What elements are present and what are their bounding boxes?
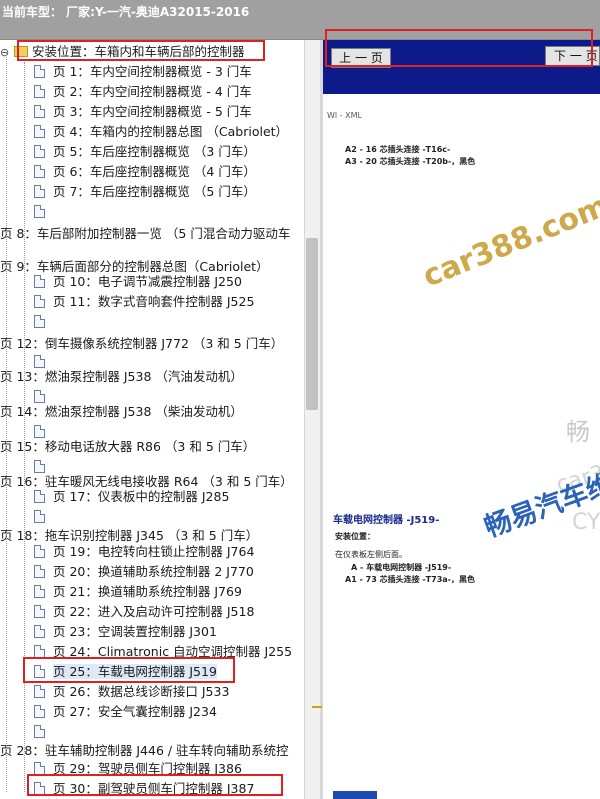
tree-subpage-item[interactable]: 页 10：电子调节减震控制器 J250	[0, 272, 242, 292]
tree-page-item[interactable]: 页 28：驻车辅助控制器 J446 / 驻车转向辅助系统控	[0, 741, 289, 761]
tree-subpage-item[interactable]: 页 2：车内空间控制器概览 - 4 门车	[0, 82, 252, 102]
tree-item-label: 页 22：进入及启动许可控制器 J518	[53, 604, 255, 619]
page-icon	[34, 605, 45, 618]
page-icon	[34, 625, 45, 638]
tree-item-label: 页 28：驻车辅助控制器 J446 / 驻车转向辅助系统控	[0, 743, 289, 758]
tree-subpage-item[interactable]	[0, 722, 53, 742]
page-icon	[34, 185, 45, 198]
tree-subpage-item[interactable]: 页 7：车后座控制器概览 （5 门车）	[0, 182, 256, 202]
tree-subpage-item[interactable]	[0, 312, 53, 332]
tree-item-label: 页 8：车后部附加控制器一览 （5 门混合动力驱动车	[0, 226, 291, 241]
tree-subpage-item[interactable]: 页 4：车箱内的控制器总图 （Cabriolet）	[0, 122, 288, 142]
page-icon	[34, 510, 45, 523]
current-model-text: 当前车型： 厂家:Y-一汽-奥迪A32015-2016	[2, 5, 250, 19]
tree-item-label: 页 26：数据总线诊断接口 J533	[53, 684, 230, 699]
tree-item-label: 页 3：车内空间控制器概览 - 5 门车	[53, 104, 252, 119]
doc-section-title: 车载电网控制器 -J519-	[333, 515, 440, 526]
tree-subpage-item[interactable]: 页 20：换道辅助系统控制器 2 J770	[0, 562, 254, 582]
tree-subpage-item[interactable]: 页 27：安全气囊控制器 J234	[0, 702, 217, 722]
tree-item-label: 页 13：燃油泵控制器 J538 （汽油发动机）	[0, 369, 243, 384]
tree-subpage-item[interactable]: 页 26：数据总线诊断接口 J533	[0, 682, 229, 702]
tree-subpage-item[interactable]: 页 17：仪表板中的控制器 J285	[0, 487, 229, 507]
tree-subpage-item[interactable]: 页 22：进入及启动许可控制器 J518	[0, 602, 254, 622]
page-icon	[34, 685, 45, 698]
page-icon	[34, 85, 45, 98]
watermark-gray-1: 畅	[566, 418, 590, 446]
tree-item-label: 页 27：安全气囊控制器 J234	[53, 704, 217, 719]
tree-subpage-item[interactable]: 页 21：换道辅助系统控制器 J769	[0, 582, 242, 602]
tree-item-label: 页 7：车后座控制器概览 （5 门车）	[53, 184, 256, 199]
doc-install-desc: 在仪表板左侧后面。	[335, 550, 407, 559]
tree-subpage-item[interactable]: 页 1：车内空间控制器概览 - 3 门车	[0, 62, 252, 82]
tree-page-item[interactable]: 页 14：燃油泵控制器 J538 （柴油发动机）	[0, 402, 243, 422]
tree-subpage-item[interactable]: 页 11：数字式音响套件控制器 J525	[0, 292, 254, 312]
tree-item-label: 页 12：倒车摄像系统控制器 J772 （3 和 5 门车）	[0, 336, 284, 351]
page-icon	[34, 125, 45, 138]
tree-page-item[interactable]: 页 8：车后部附加控制器一览 （5 门混合动力驱动车	[0, 224, 290, 244]
page-icon	[34, 490, 45, 503]
tree-item-label: 页 23：空调装置控制器 J301	[53, 624, 217, 639]
page-icon	[34, 565, 45, 578]
tree-item-label: 页 11：数字式音响套件控制器 J525	[53, 294, 255, 309]
tree-scrollbar-thumb[interactable]	[306, 238, 318, 410]
page-icon	[34, 315, 45, 328]
collapse-icon[interactable]: ⊖	[0, 43, 14, 63]
tree-subpage-item[interactable]: 页 23：空调装置控制器 J301	[0, 622, 217, 642]
tree-page-item[interactable]: 页 13：燃油泵控制器 J538 （汽油发动机）	[0, 367, 243, 387]
page-icon	[34, 295, 45, 308]
tree-item-label: 页 5：车后座控制器概览 （3 门车）	[53, 144, 256, 159]
doc-line-a1: A1 - 73 芯插头连接 -T73a-，黑色	[345, 575, 475, 584]
tree-subpage-item[interactable]: 页 3：车内空间控制器概览 - 5 门车	[0, 102, 252, 122]
tree-item-label: 页 10：电子调节减震控制器 J250	[53, 274, 242, 289]
doc-line-a: A - 车载电网控制器 -J519-	[351, 563, 452, 572]
doc-line-a2: A2 - 16 芯插头连接 -T16c-	[345, 145, 451, 154]
tree-guide-line	[6, 52, 7, 792]
annotation-box-page30	[27, 774, 283, 796]
tree-subpage-item[interactable]	[0, 202, 53, 222]
tree-item-label: 页 21：换道辅助系统控制器 J769	[53, 584, 242, 599]
page-icon	[34, 145, 45, 158]
page-icon	[34, 205, 45, 218]
annotation-box-page25	[23, 657, 235, 683]
tree-page-item[interactable]: 页 15：移动电话放大器 R86 （3 和 5 门车）	[0, 437, 255, 457]
doc-line-a3: A3 - 20 芯插头连接 -T20b-，黑色	[345, 157, 476, 166]
tree-item-label: 页 2：车内空间控制器概览 - 4 门车	[53, 84, 252, 99]
page-icon	[34, 105, 45, 118]
tree-item-label: 页 1：车内空间控制器概览 - 3 门车	[53, 64, 252, 79]
tree-item-label: 页 6：车后座控制器概览 （4 门车）	[53, 164, 256, 179]
tree-item-label: 页 14：燃油泵控制器 J538 （柴油发动机）	[0, 404, 243, 419]
annotation-box-root	[17, 40, 265, 61]
splitter-marker	[312, 706, 322, 708]
tree-item-label: 页 15：移动电话放大器 R86 （3 和 5 门车）	[0, 439, 256, 454]
tree-scrollbar[interactable]	[304, 40, 320, 799]
page-icon	[34, 545, 45, 558]
tree-page-item[interactable]: 页 12：倒车摄像系统控制器 J772 （3 和 5 门车）	[0, 334, 283, 354]
tree-subpage-item[interactable]: 页 6：车后座控制器概览 （4 门车）	[0, 162, 256, 182]
annotation-box-nav	[325, 29, 593, 67]
tree-panel[interactable]: ⊖ 安装位置：车箱内和车辆后部的控制器 页 1：车内空间控制器概览 - 3 门车页…	[0, 40, 304, 799]
tree-item-label: 页 19：电控转向柱锁止控制器 J764	[53, 544, 255, 559]
viewer-bottom-element	[333, 791, 377, 799]
page-icon	[34, 275, 45, 288]
tree-subpage-item[interactable]: 页 5：车后座控制器概览 （3 门车）	[0, 142, 256, 162]
doc-install-position: 安装位置：	[335, 532, 375, 541]
page-icon	[34, 585, 45, 598]
tree-subpage-item[interactable]: 页 19：电控转向柱锁止控制器 J764	[0, 542, 254, 562]
window-title-bar: 当前车型： 厂家:Y-一汽-奥迪A32015-2016	[0, 0, 600, 26]
page-icon	[34, 725, 45, 738]
page-icon	[34, 65, 45, 78]
tree-item-label: 页 18：拖车识别控制器 J345 （3 和 5 门车）	[0, 528, 259, 543]
tree-item-label: 页 20：换道辅助系统控制器 2 J770	[53, 564, 254, 579]
doc-header: Wl - XML	[327, 111, 362, 120]
tree-subpage-item[interactable]	[0, 507, 53, 527]
page-icon	[34, 165, 45, 178]
tree-item-label: 页 17：仪表板中的控制器 J285	[53, 489, 230, 504]
page-icon	[34, 705, 45, 718]
tree-item-label: 页 4：车箱内的控制器总图 （Cabriolet）	[53, 124, 289, 139]
